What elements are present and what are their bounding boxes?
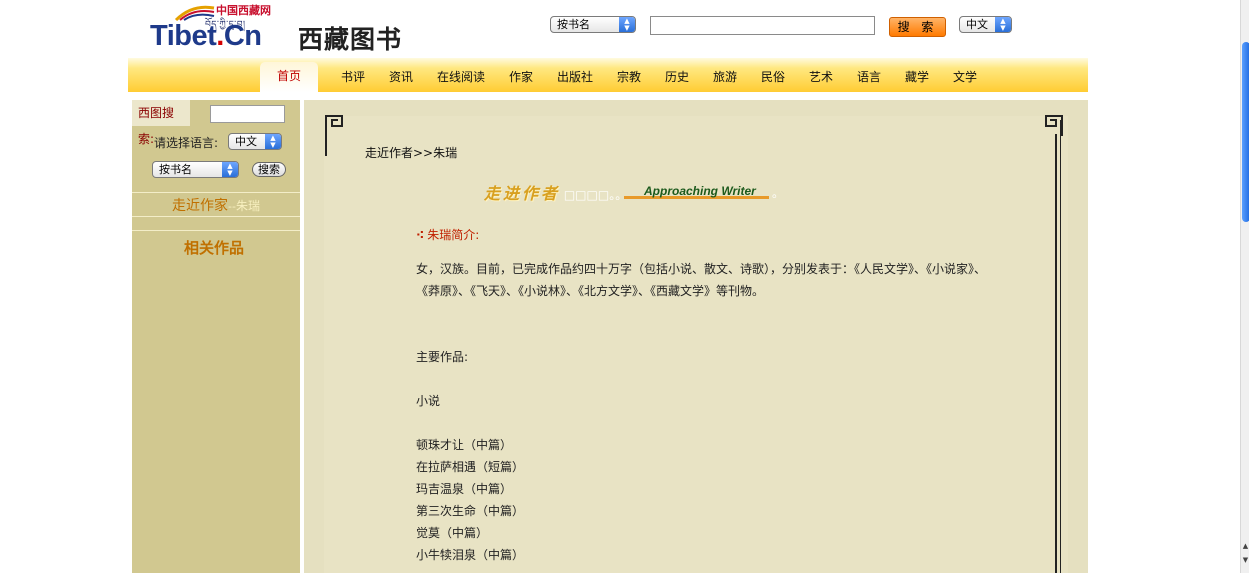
sidebar-author-link[interactable]: 走近作家--朱瑞 [172, 195, 260, 215]
work-item: 小牛犊泪泉（中篇） [416, 548, 525, 562]
sidebar-author-separator: -- [228, 200, 236, 213]
nav-item-travel[interactable]: 旅游 [713, 68, 737, 85]
sidebar-search-label: 西图搜索: [132, 100, 190, 146]
sidebar-divider [132, 192, 300, 193]
nav-item-online-reading[interactable]: 在线阅读 [437, 68, 485, 85]
banner-dots: □□□□。。 [563, 188, 628, 202]
nav-item-news[interactable]: 资讯 [389, 68, 413, 85]
panel-border-right [1055, 134, 1057, 573]
sidebar-related-works: 相关作品 [184, 239, 245, 257]
select-arrows-icon: ▲ ▼ [265, 134, 281, 149]
author-intro-text: 女，汉族。目前，已完成作品约四十万字（包括小说、散文、诗歌），分别发表于：《人民… [416, 262, 987, 298]
approaching-writer-banner: 走进作者 □□□□。。 Approaching Writer 。 [484, 180, 784, 204]
search-button[interactable]: 搜 索 [889, 17, 946, 37]
site-title: 西藏图书 [298, 25, 403, 54]
author-intro-heading-text: 朱瑞简介: [427, 228, 480, 242]
nav-item-folklore[interactable]: 民俗 [761, 68, 785, 85]
page-scrollbar[interactable]: ▲ ▼ [1240, 0, 1249, 573]
work-item: 玛吉温泉（中篇） [416, 482, 513, 496]
sidebar-language-label: 请选择语言: [154, 136, 219, 150]
nav-item-tibetology[interactable]: 藏学 [905, 68, 929, 85]
nav-item-language[interactable]: 语言 [857, 68, 881, 85]
logo-main-word: Tibet [150, 20, 217, 52]
banner-en-title: Approaching Writer [644, 184, 756, 198]
sidebar-search-type-select[interactable]: 按书名 ▲ ▼ [152, 161, 239, 178]
sidebar-search-type-value: 按书名 [159, 163, 192, 176]
search-type-select[interactable]: 按书名 ▲ ▼ [550, 16, 636, 33]
site-logo[interactable]: 中国西藏网 བོད་ཀྱི་དྲ་བ། Tibet.Cn [150, 0, 280, 55]
author-intro-heading: ⁖ 朱瑞简介: [416, 226, 479, 243]
work-item: 在拉萨相遇（短篇） [416, 460, 525, 474]
nav-item-history[interactable]: 历史 [665, 68, 689, 85]
nav-item-literature[interactable]: 文学 [953, 68, 977, 85]
scroll-up-icon[interactable]: ▲ [1241, 542, 1249, 550]
sidebar-divider [132, 230, 300, 231]
main-nav: 首页 书评 资讯 在线阅读 作家 出版社 宗教 历史 旅游 民俗 艺术 语言 藏… [128, 58, 1088, 92]
work-item: 第三次生命（中篇） [416, 504, 525, 518]
nav-item-writers[interactable]: 作家 [509, 68, 533, 85]
sidebar: 西图搜索: 请选择语言: 中文 ▲ ▼ 按书名 ▲ ▼ 搜索 走近作家--朱瑞 相关… [132, 100, 300, 573]
banner-cn-title: 走进作者 [484, 184, 561, 203]
logo-dot: . [216, 20, 224, 52]
select-arrows-icon: ▲ ▼ [995, 17, 1011, 32]
language-value: 中文 [966, 18, 988, 31]
search-type-value: 按书名 [557, 18, 590, 31]
bullet-icon: ⁖ [416, 228, 425, 242]
work-item: 顿珠才让（中篇） [416, 438, 513, 452]
sidebar-search-button[interactable]: 搜索 [252, 162, 286, 177]
nav-item-religion[interactable]: 宗教 [617, 68, 641, 85]
works-category: 小说 [416, 394, 441, 408]
sidebar-search-input[interactable] [210, 105, 285, 123]
nav-home[interactable]: 首页 [260, 62, 318, 92]
corner-ornament-icon [325, 115, 343, 136]
panel-border-left [325, 134, 327, 156]
select-arrows-icon: ▲ ▼ [619, 17, 635, 32]
sidebar-language-value: 中文 [235, 135, 257, 148]
nav-item-publishers[interactable]: 出版社 [557, 68, 593, 85]
work-item: 觉莫（中篇） [416, 526, 489, 540]
works-label: 主要作品: [416, 350, 469, 364]
sidebar-author-section: 走近作家 [172, 198, 228, 214]
logo-main-text: Tibet.Cn [150, 20, 262, 53]
search-input[interactable] [650, 16, 875, 35]
language-select[interactable]: 中文 ▲ ▼ [959, 16, 1012, 33]
nav-item-art[interactable]: 艺术 [809, 68, 833, 85]
sidebar-divider [132, 216, 300, 217]
scroll-down-icon[interactable]: ▼ [1241, 556, 1249, 564]
sidebar-author-name: 朱瑞 [235, 199, 260, 213]
nav-item-book-review[interactable]: 书评 [341, 68, 365, 85]
panel-border-right-outer [1060, 120, 1061, 573]
banner-end-dot: 。 [772, 186, 785, 200]
scrollbar-thumb[interactable] [1242, 42, 1249, 222]
select-arrows-icon: ▲ ▼ [222, 162, 238, 177]
logo-suffix: Cn [223, 20, 262, 52]
breadcrumb: 走近作者>>朱瑞 [365, 146, 458, 160]
sidebar-language-select[interactable]: 中文 ▲ ▼ [228, 133, 282, 150]
